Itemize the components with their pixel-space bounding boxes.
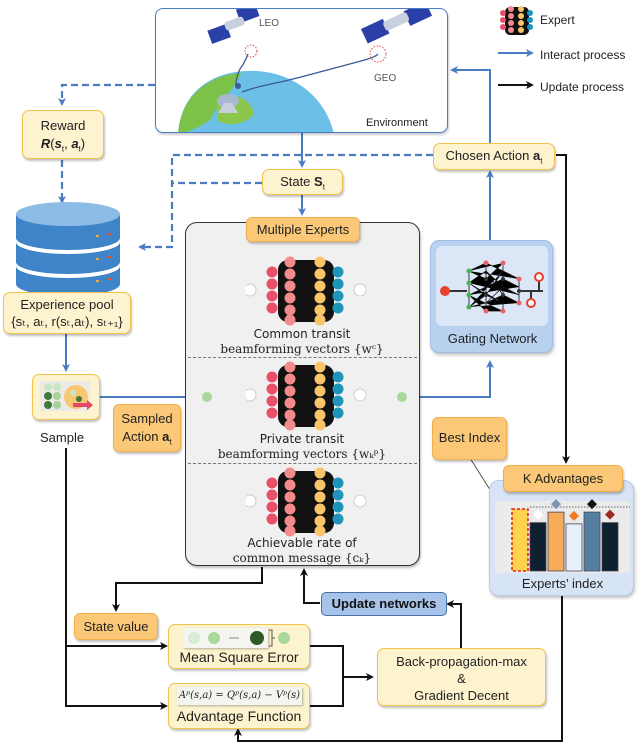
advantage-function-box: Aᵖ(s,a) = Qᵖ(s,a) − Vᵖ(s) Advantage Func… bbox=[168, 683, 310, 729]
advantage-marker bbox=[569, 510, 579, 521]
advantage-bar bbox=[547, 511, 565, 572]
k-advantages-title: K Advantages bbox=[503, 465, 623, 492]
advantage-marker bbox=[551, 499, 561, 510]
advantage-marker bbox=[533, 509, 543, 520]
gating-network-label: Gating Network bbox=[447, 331, 538, 346]
gating-network-icon bbox=[440, 260, 544, 314]
advantage-formula: Aᵖ(s,a) = Qᵖ(s,a) − Vᵖ(s) bbox=[177, 687, 302, 705]
advantage-label: Advantage Function bbox=[176, 708, 302, 724]
k-advantages-chart bbox=[511, 499, 630, 572]
advantage-bar bbox=[583, 511, 601, 572]
backprop-box: Back-propagation-max & Gradient Decent bbox=[377, 648, 546, 706]
advantage-bar bbox=[565, 523, 583, 572]
update-networks-box: Update networks bbox=[321, 592, 447, 616]
k-advantages-panel: Experts’ index bbox=[489, 480, 634, 596]
best-advantage-bar bbox=[511, 508, 529, 572]
gating-network-box: Gating Network bbox=[430, 240, 553, 353]
mse-box: Mean Square Error bbox=[168, 624, 310, 669]
experts-index-label: Experts’ index bbox=[521, 576, 604, 591]
advantage-bar bbox=[601, 522, 619, 572]
advantage-marker bbox=[605, 509, 615, 520]
mse-dots-icon bbox=[188, 629, 290, 647]
mse-label: Mean Square Error bbox=[179, 649, 299, 665]
best-index-box: Best Index bbox=[432, 417, 507, 460]
state-value-box: State value bbox=[74, 613, 158, 640]
advantage-marker bbox=[587, 499, 597, 510]
advantage-bar bbox=[529, 522, 547, 572]
